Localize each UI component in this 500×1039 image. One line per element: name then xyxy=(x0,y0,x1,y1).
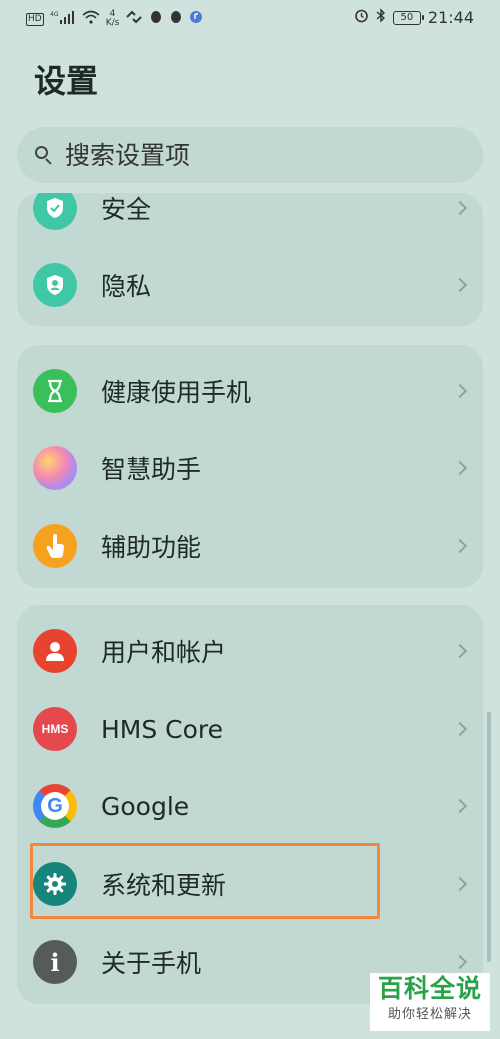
info-icon: i xyxy=(33,940,77,984)
settings-group-wellbeing: 健康使用手机 智慧助手 辅助功能 xyxy=(17,345,483,588)
signal-icon: 4G xyxy=(50,10,76,28)
music-app-icon xyxy=(189,10,203,28)
status-left: HD 4G 4 K/s xyxy=(26,10,203,28)
settings-item-label: 用户和帐户 xyxy=(101,638,227,667)
google-icon: G xyxy=(33,784,77,828)
settings-item-security[interactable]: 安全 xyxy=(17,193,483,247)
settings-item-digital-balance[interactable]: 健康使用手机 xyxy=(17,352,483,430)
assistant-orb-icon xyxy=(33,446,77,490)
watermark-sub: 助你轻松解决 xyxy=(387,1007,472,1022)
search-icon xyxy=(35,146,53,165)
hourglass-icon xyxy=(33,369,77,413)
settings-item-accessibility[interactable]: 辅助功能 xyxy=(17,507,483,585)
search-input[interactable] xyxy=(65,140,445,170)
signal-label: 4G xyxy=(50,11,59,18)
chevron-right-icon xyxy=(452,277,468,293)
hms-core-icon: HMS xyxy=(33,707,77,751)
qq-icon-2 xyxy=(169,10,183,28)
chevron-right-icon xyxy=(452,721,468,737)
chevron-right-icon xyxy=(452,538,468,554)
settings-item-privacy[interactable]: 隐私 xyxy=(17,246,483,324)
clock: 21:44 xyxy=(427,8,474,27)
chevron-right-icon xyxy=(452,798,468,814)
hand-pointer-icon xyxy=(33,524,77,568)
settings-item-label: 安全 xyxy=(101,195,152,224)
settings-item-label: 健康使用手机 xyxy=(101,378,252,407)
settings-group-system: 用户和帐户 HMS HMS Core G Google 系统和更新 i 关于手机 xyxy=(17,605,483,1004)
link-icon xyxy=(125,10,143,28)
hd-icon: HD xyxy=(26,12,44,26)
battery-icon: 50 xyxy=(392,10,424,25)
page-title: 设置 xyxy=(34,62,99,100)
bluetooth-icon xyxy=(376,8,386,27)
scrollbar[interactable] xyxy=(487,712,491,962)
alarm-icon xyxy=(354,8,369,27)
settings-item-label: 智慧助手 xyxy=(101,455,202,484)
settings-group-security: 安全 隐私 xyxy=(17,193,483,326)
search-bar[interactable] xyxy=(17,127,483,183)
chevron-right-icon xyxy=(452,460,468,476)
chevron-right-icon xyxy=(452,200,468,216)
settings-item-label: HMS Core xyxy=(101,714,224,744)
google-icon-letter: G xyxy=(41,792,69,820)
chevron-right-icon xyxy=(452,876,468,892)
settings-item-smart-assistant[interactable]: 智慧助手 xyxy=(17,429,483,507)
settings-item-google[interactable]: G Google xyxy=(17,767,483,845)
settings-item-label: 辅助功能 xyxy=(101,533,202,562)
chevron-right-icon xyxy=(452,383,468,399)
settings-item-hms-core[interactable]: HMS HMS Core xyxy=(17,690,483,768)
settings-item-label: 关于手机 xyxy=(101,949,202,978)
settings-item-label: 隐私 xyxy=(101,272,152,301)
status-right: 50 21:44 xyxy=(354,8,474,27)
net-speed-unit: K/s xyxy=(105,18,120,28)
qq-icon xyxy=(149,10,163,28)
settings-item-label: Google xyxy=(101,791,190,821)
gear-icon xyxy=(33,862,77,906)
net-speed: 4 K/s xyxy=(106,10,120,28)
privacy-shield-icon xyxy=(33,263,77,307)
status-bar: HD 4G 4 K/s 50 21:44 xyxy=(0,0,500,38)
settings-item-users-accounts[interactable]: 用户和帐户 xyxy=(17,612,483,690)
settings-item-label: 系统和更新 xyxy=(101,871,227,900)
watermark-main: 百科全说 xyxy=(377,974,482,1003)
chevron-right-icon xyxy=(452,954,468,970)
wifi-icon xyxy=(82,10,100,28)
watermark-logo: 百科全说 助你轻松解决 xyxy=(370,973,490,1031)
settings-item-system-updates[interactable]: 系统和更新 xyxy=(17,845,483,923)
shield-check-icon xyxy=(33,193,77,230)
chevron-right-icon xyxy=(452,643,468,659)
user-icon xyxy=(33,629,77,673)
